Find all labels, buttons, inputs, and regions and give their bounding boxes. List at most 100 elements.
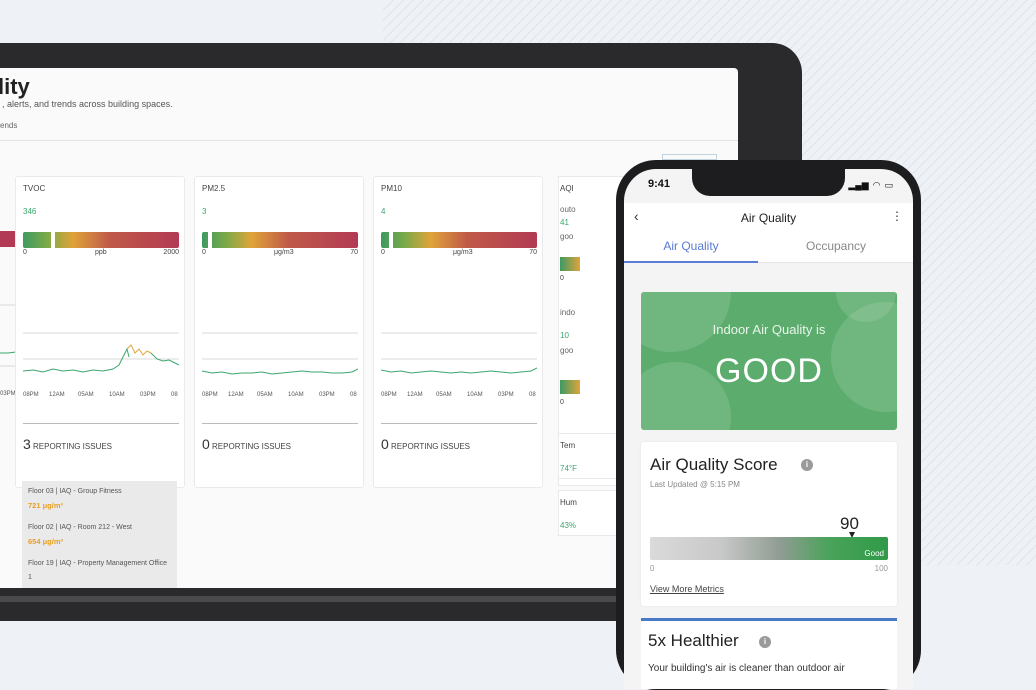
more-icon[interactable]: ⋮: [891, 209, 903, 223]
score-value: 90: [840, 514, 859, 533]
metric-name: PM10: [381, 184, 402, 193]
x-tick: 03PM: [140, 392, 156, 398]
divider: [0, 140, 738, 141]
aqi-indoor-status: goo: [560, 346, 574, 355]
issues-count: 0: [202, 436, 210, 452]
air-quality-score-card: Air Quality Score i Last Updated @ 5:15 …: [641, 442, 897, 606]
aqi-min: 0: [560, 399, 564, 406]
x-tick: 10AM: [109, 392, 125, 398]
issue-item[interactable]: Floor 03 | IAQ - Group Fitness 721 μg/m³: [22, 481, 177, 517]
metric-value: 4: [381, 207, 386, 216]
scale-max: 70: [350, 249, 358, 256]
metric-name: PM2.5: [202, 184, 226, 193]
temp-value: 74°F: [560, 464, 577, 473]
issue-item[interactable]: Floor 19 | IAQ - Property Management Off…: [22, 553, 177, 588]
x-tick: 12AM: [228, 392, 244, 398]
scale-min: 0: [381, 249, 385, 256]
scale-min: 0: [23, 249, 27, 256]
scale-max: 70: [529, 249, 537, 256]
x-tick: 12AM: [407, 392, 423, 398]
air-quality-status-banner: Indoor Air Quality is GOOD: [641, 292, 897, 430]
x-tick: 05AM: [78, 392, 94, 398]
phone-screen: 9:41 ▂▄▆ ◠ ▭ ‹ Air Quality ⋮ Air Quality…: [624, 169, 913, 689]
aqi-outdoor-label: outo: [560, 205, 576, 214]
issue-amount: 721 μg/m³: [28, 501, 64, 510]
aqi-outdoor-value: 41: [560, 218, 569, 227]
aqi-name: AQI: [560, 184, 574, 193]
score-status: Good: [864, 549, 884, 558]
battery-icon: ▭: [884, 180, 893, 190]
wifi-icon: ◠: [872, 180, 881, 190]
pm25-trend-chart: [202, 332, 358, 375]
phone: 9:41 ▂▄▆ ◠ ▭ ‹ Air Quality ⋮ Air Quality…: [616, 160, 921, 690]
x-tick: 03PM: [498, 392, 514, 398]
last-updated: Last Updated @ 5:15 PM: [650, 480, 740, 489]
score-max: 100: [874, 564, 888, 573]
metric-name: TVOC: [23, 184, 46, 193]
view-more-metrics-link[interactable]: View More Metrics: [650, 584, 724, 594]
x-tick: 10AM: [288, 392, 304, 398]
range-marker: [389, 231, 393, 249]
partial-tick-1: 03PM: [0, 391, 16, 397]
tab-air-quality[interactable]: Air Quality: [624, 239, 758, 263]
issue-location: Floor 19 | IAQ - Property Management Off…: [28, 560, 168, 581]
issues-label: REPORTING ISSUES: [391, 442, 471, 451]
reporting-issues: 0 REPORTING ISSUES: [202, 423, 358, 452]
aqi-outdoor-status: goo: [560, 232, 574, 241]
x-tick: 03PM: [319, 392, 335, 398]
banner-caption: Indoor Air Quality is: [712, 322, 826, 337]
aqi-min: 0: [560, 275, 564, 282]
hum-label: Hum: [560, 498, 577, 507]
aqi-indoor-bar: [560, 380, 580, 394]
x-tick: 08: [529, 392, 536, 398]
score-bar: Good: [650, 537, 888, 560]
range-bar: [381, 231, 537, 249]
page-subtitle: , alerts, and trends across building spa…: [2, 99, 173, 109]
pm10-card[interactable]: PM10 4 0 μg/m3 70 08PM 12AM 05AM 10AM 03…: [373, 176, 543, 488]
info-icon[interactable]: i: [759, 636, 771, 648]
issue-location: Floor 02 | IAQ - Room 212 - West: [28, 524, 133, 531]
score-title: Air Quality Score: [650, 455, 778, 474]
metric-value: 346: [23, 207, 37, 216]
healthier-title: 5x Healthier: [648, 631, 739, 650]
nav-bar: ‹ Air Quality ⋮: [624, 203, 913, 233]
issues-count: 0: [381, 436, 389, 452]
tvoc-card[interactable]: TVOC 346 0 ppb 2000 08PM 12AM 05AM 10AM …: [15, 176, 185, 488]
tab-occupancy[interactable]: Occupancy: [769, 239, 903, 253]
status-time: 9:41: [648, 178, 671, 190]
issue-item[interactable]: Floor 02 | IAQ - Room 212 - West 654 μg/…: [22, 517, 177, 553]
x-tick: 05AM: [257, 392, 273, 398]
x-tick: 08: [350, 392, 357, 398]
phone-tabs: Air Quality Occupancy: [624, 233, 913, 263]
pm10-trend-chart: [381, 332, 537, 374]
scale-max: 2000: [163, 249, 179, 256]
scale-unit: μg/m3: [453, 249, 473, 256]
aqi-outdoor-bar: [560, 257, 580, 271]
scale-unit: μg/m3: [274, 249, 294, 256]
temp-label: Tem: [560, 441, 576, 450]
range-bar: [202, 231, 358, 249]
pm25-card[interactable]: PM2.5 3 0 μg/m3 70 08PM 12AM 05AM 10AM 0…: [194, 176, 364, 488]
range-marker: [208, 231, 212, 249]
aqi-indoor-label: indo: [560, 308, 576, 317]
scale-min: 0: [202, 249, 206, 256]
issue-amount: 654 μg/m³: [28, 537, 64, 546]
page-title: lity: [0, 74, 30, 99]
metric-value: 3: [202, 207, 207, 216]
scale-unit: ppb: [95, 249, 107, 256]
phone-notch: [692, 169, 845, 196]
score-min: 0: [650, 564, 655, 573]
aqi-indoor-value: 10: [560, 331, 569, 340]
x-tick: 10AM: [467, 392, 483, 398]
issues-count: 3: [23, 436, 31, 452]
issues-label: REPORTING ISSUES: [212, 442, 292, 451]
healthier-text: Your building's air is cleaner than outd…: [648, 663, 845, 674]
range-marker: [51, 231, 55, 249]
banner-status: GOOD: [715, 352, 823, 390]
info-icon[interactable]: i: [801, 459, 813, 471]
x-tick: 05AM: [436, 392, 452, 398]
signal-icon: ▂▄▆: [848, 180, 869, 190]
tab-trends[interactable]: ends: [0, 121, 17, 130]
nav-title: Air Quality: [740, 211, 797, 225]
reporting-issues: 3 REPORTING ISSUES: [23, 423, 179, 452]
